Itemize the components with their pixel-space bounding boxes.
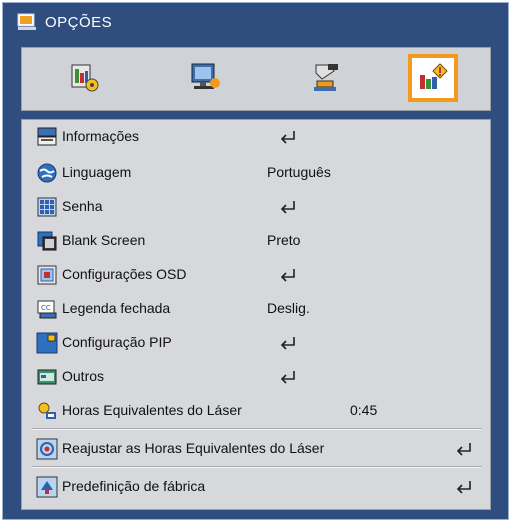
menu-item-blank-screen[interactable]: Blank Screen Preto xyxy=(22,224,492,258)
tab-setup[interactable] xyxy=(300,54,350,102)
laser-hours-value: 0:45 xyxy=(350,402,378,418)
divider xyxy=(32,428,482,430)
menu-item-label: Linguagem xyxy=(62,164,132,180)
menu-item-outros[interactable]: Outros xyxy=(22,360,492,394)
menu-item-label: Configurações OSD xyxy=(62,266,187,282)
blank-screen-icon xyxy=(37,231,57,251)
menu-item-label: Horas Equivalentes do Láser xyxy=(62,402,242,418)
menu-item-informacoes[interactable]: Informações xyxy=(22,120,492,154)
info-icon xyxy=(37,127,57,146)
menu-item-horas-laser: Horas Equivalentes do Láser 0:45 xyxy=(22,394,492,428)
enter-icon xyxy=(280,201,295,214)
enter-icon xyxy=(456,481,471,494)
closed-caption-icon: CC xyxy=(37,300,57,319)
enter-icon xyxy=(280,131,295,144)
menu-item-predefinicao-fabrica[interactable]: Predefinição de fábrica xyxy=(22,470,492,504)
menu-folder-icon xyxy=(17,13,36,30)
menu-item-reajustar-horas[interactable]: Reajustar as Horas Equivalentes do Láser xyxy=(22,432,492,466)
enter-icon xyxy=(280,337,295,350)
menu-item-label: Senha xyxy=(62,198,103,214)
enter-icon xyxy=(280,269,295,282)
menu-item-configuracoes-osd[interactable]: Configurações OSD xyxy=(22,258,492,292)
screen-settings-icon xyxy=(191,63,220,89)
picture-settings-icon xyxy=(71,64,99,92)
others-icon xyxy=(37,369,57,385)
keypad-icon xyxy=(37,197,57,217)
blank-screen-value: Preto xyxy=(267,232,301,248)
menu-item-legenda-fechada[interactable]: CC Legenda fechada Deslig. xyxy=(22,292,492,326)
globe-icon xyxy=(37,163,57,183)
menu-item-label: Reajustar as Horas Equivalentes do Láser xyxy=(62,440,325,456)
title-bar: OPÇÕES xyxy=(3,3,508,43)
closed-caption-value: Deslig. xyxy=(267,300,310,316)
category-tabs xyxy=(21,47,491,111)
pip-icon xyxy=(36,332,58,354)
menu-item-label: Legenda fechada xyxy=(62,300,171,316)
menu-item-label: Predefinição de fábrica xyxy=(62,478,206,494)
options-menu: Informações Linguagem Português Senha Bl… xyxy=(21,119,491,510)
language-value: Português xyxy=(267,164,331,180)
svg-text:CC: CC xyxy=(41,304,51,312)
tab-options[interactable] xyxy=(408,54,458,102)
tab-screen[interactable] xyxy=(180,54,230,102)
menu-item-senha[interactable]: Senha xyxy=(22,190,492,224)
tab-picture[interactable] xyxy=(60,54,110,102)
osd-icon xyxy=(37,265,57,285)
menu-item-configuracao-pip[interactable]: Configuração PIP xyxy=(22,326,492,360)
osd-window: OPÇÕES Informações Linguagem Português S… xyxy=(2,2,509,520)
divider xyxy=(32,466,482,468)
window-title: OPÇÕES xyxy=(45,14,113,31)
reset-hours-icon xyxy=(36,438,58,460)
options-icon xyxy=(420,63,448,89)
enter-icon xyxy=(280,371,295,384)
menu-item-linguagem[interactable]: Linguagem Português xyxy=(22,156,492,190)
menu-item-label: Outros xyxy=(62,368,105,384)
enter-icon xyxy=(456,443,471,456)
setup-icon xyxy=(314,64,338,91)
menu-item-label: Informações xyxy=(62,128,140,144)
menu-item-label: Configuração PIP xyxy=(62,334,172,350)
menu-item-label: Blank Screen xyxy=(62,232,146,248)
factory-reset-icon xyxy=(36,476,58,498)
laser-hours-icon xyxy=(38,402,56,419)
